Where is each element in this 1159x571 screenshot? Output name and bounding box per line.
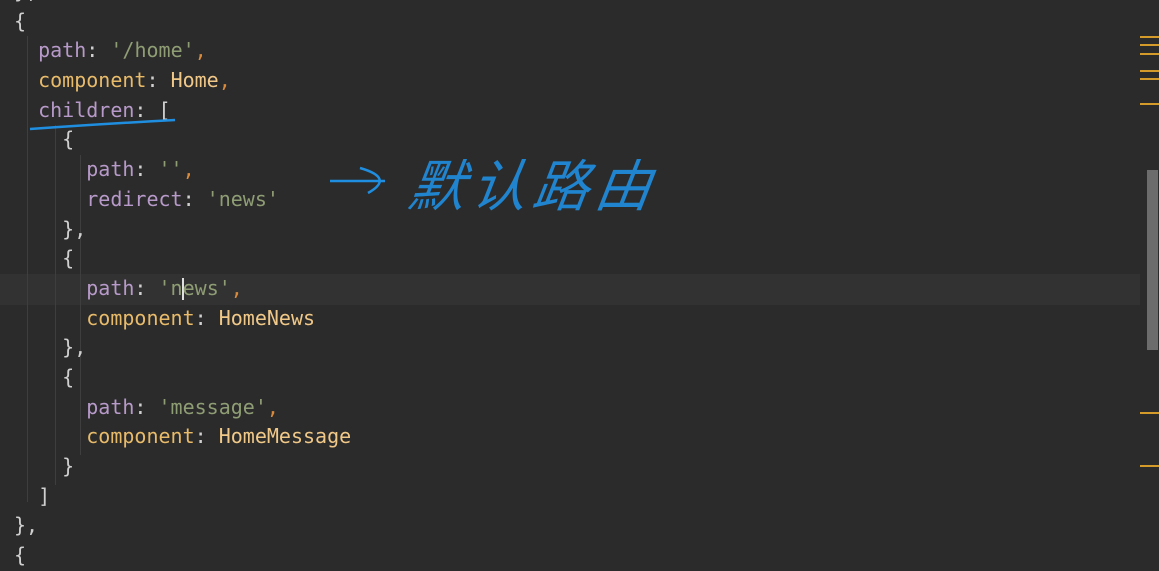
handwritten-annotation: 默认路由 bbox=[404, 155, 662, 220]
arrow-stroke bbox=[330, 166, 385, 195]
underline-stroke bbox=[29, 118, 176, 131]
handwritten-annotation-strokes bbox=[29, 118, 385, 195]
